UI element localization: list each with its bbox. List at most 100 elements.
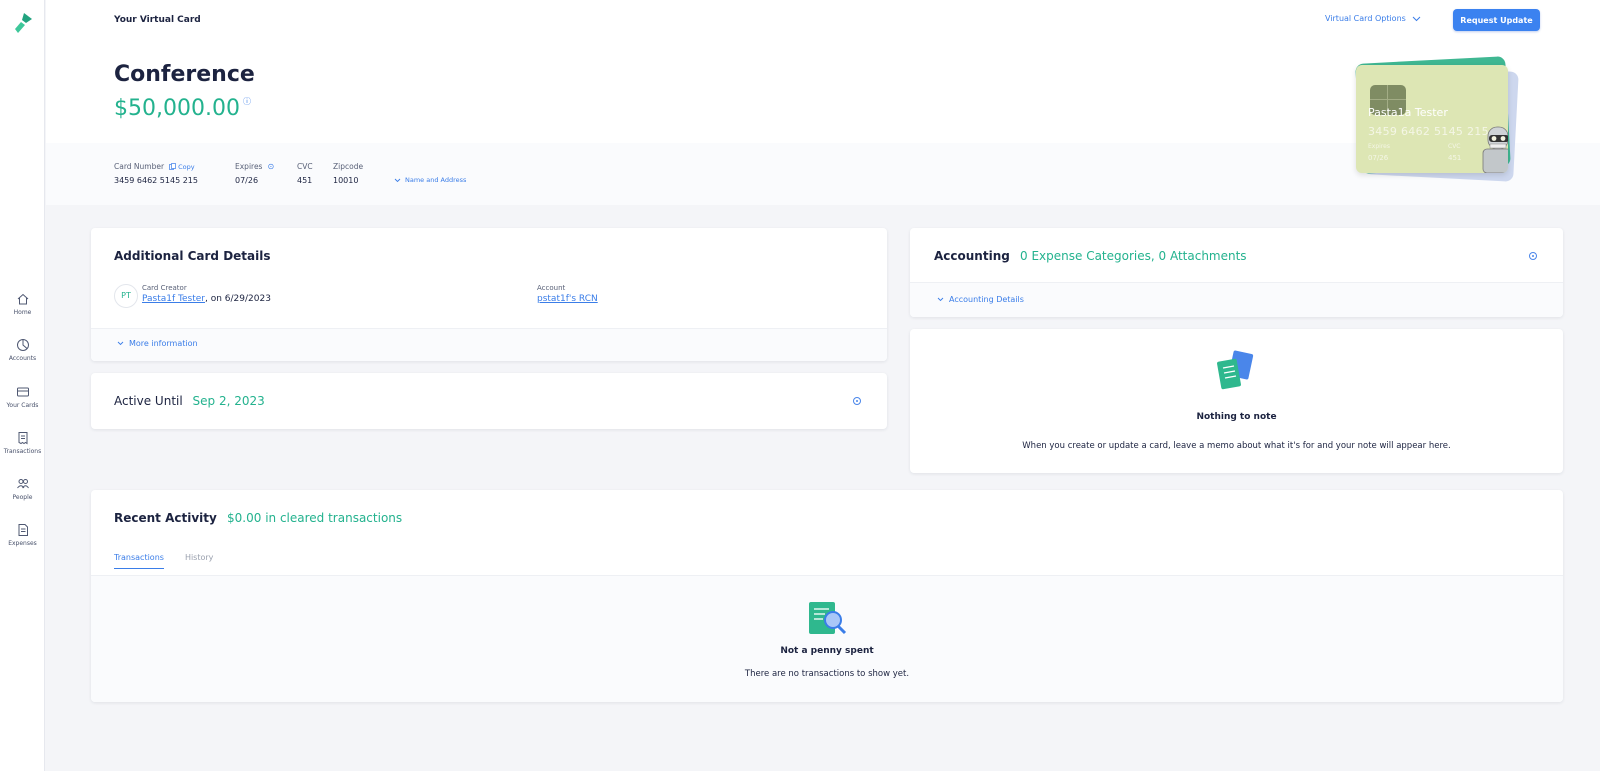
expires-field: Expires ⊙ 07/26 <box>235 162 274 185</box>
more-information-label: More information <box>129 339 198 348</box>
card-creator-link[interactable]: Pasta1f Tester <box>142 294 205 304</box>
sidebar-item-home[interactable]: Home <box>0 292 45 316</box>
card-expires-label: Expires <box>1368 143 1390 150</box>
sidebar-item-label: Expenses <box>8 540 37 547</box>
card-creator-date: , on 6/29/2023 <box>205 294 271 304</box>
sidebar-item-label: Home <box>13 309 32 316</box>
sidebar-item-your-cards[interactable]: Your Cards <box>0 385 45 409</box>
card-holder-name: Pasta1a Tester <box>1368 106 1448 119</box>
sidebar-item-expenses[interactable]: Expenses <box>0 523 45 547</box>
card-display-number: 3459 6462 5145 215 <box>1368 125 1489 138</box>
sidebar-item-accounts[interactable]: Accounts <box>0 338 45 362</box>
home-icon <box>17 293 28 305</box>
tab-history[interactable]: History <box>185 553 213 569</box>
accounting-details-label: Accounting Details <box>949 295 1024 304</box>
recent-activity-header: Recent Activity $0.00 in cleared transac… <box>114 511 402 525</box>
accounting-header: Accounting 0 Expense Categories, 0 Attac… <box>934 249 1247 263</box>
app-logo-icon[interactable] <box>12 11 34 35</box>
cvc-label: CVC <box>297 162 313 171</box>
sidebar-item-label: People <box>12 494 33 501</box>
card-creator-label: Card Creator <box>142 284 187 292</box>
cvc-field: CVC 451 <box>297 162 313 185</box>
tab-transactions[interactable]: Transactions <box>114 553 164 569</box>
sidebar-item-people[interactable]: People <box>0 477 45 501</box>
zipcode-label: Zipcode <box>333 162 364 171</box>
robot-mascot-icon <box>1482 126 1508 173</box>
sidebar: Home Accounts Your Cards Transactions Pe… <box>0 0 45 771</box>
card-amount: $50,000.00 <box>114 96 240 121</box>
sidebar-item-label: Transactions <box>3 448 42 455</box>
copy-label: Copy <box>178 162 195 171</box>
accounting-summary: 0 Expense Categories, 0 Attachments <box>1020 249 1247 263</box>
active-until-label: Active Until <box>114 394 183 408</box>
info-icon[interactable]: ⊙ <box>267 162 274 171</box>
expires-value: 07/26 <box>235 176 259 185</box>
card-cvc-value: 451 <box>1448 154 1462 162</box>
recent-activity-summary: $0.00 in cleared transactions <box>227 511 403 525</box>
info-icon[interactable] <box>1529 252 1537 260</box>
name-and-address-toggle[interactable]: Name and Address <box>394 176 466 184</box>
page-title: Your Virtual Card <box>114 15 201 25</box>
card-expires-value: 07/26 <box>1368 154 1389 162</box>
transactions-empty-area <box>91 575 1563 702</box>
active-until-date: Sep 2, 2023 <box>192 394 265 408</box>
card-number-label: Card Number <box>114 162 165 171</box>
notes-empty-title: Nothing to note <box>1196 412 1277 422</box>
people-icon <box>16 479 29 489</box>
card-creator: Pasta1f Tester, on 6/29/2023 <box>142 294 271 304</box>
info-icon[interactable] <box>853 397 861 405</box>
copy-button[interactable]: Copy <box>169 163 195 171</box>
account-link[interactable]: pstat1f's RCN <box>537 294 598 304</box>
card-limit: $50,000.00 ⓘ <box>114 96 251 121</box>
virtual-card-options-dropdown[interactable]: Virtual Card Options <box>1325 14 1421 23</box>
additional-details-panel: Additional Card Details PT Card Creator … <box>91 228 887 361</box>
document-icon <box>18 524 28 536</box>
notes-panel: Nothing to note When you create or updat… <box>910 329 1563 473</box>
accounting-panel: Accounting 0 Expense Categories, 0 Attac… <box>910 228 1563 317</box>
zipcode-field: Zipcode 10010 <box>333 162 363 185</box>
avatar: PT <box>114 284 138 308</box>
sidebar-item-label: Accounts <box>8 355 37 362</box>
virtual-card-graphic: Pasta1a Tester 3459 6462 5145 215 Expire… <box>1336 54 1519 184</box>
notes-empty-message: When you create or update a card, leave … <box>1022 441 1451 451</box>
card-number-field: Card Number Copy 3459 6462 5145 215 <box>114 162 198 185</box>
sidebar-item-transactions[interactable]: Transactions <box>0 431 45 455</box>
active-until-panel: Active Until Sep 2, 2023 <box>91 373 887 429</box>
request-update-button[interactable]: Request Update <box>1453 9 1540 31</box>
accounting-details-toggle[interactable]: Accounting Details <box>937 295 1024 304</box>
name-and-address-label: Name and Address <box>405 176 467 184</box>
card-name: Conference <box>114 62 255 87</box>
card-icon <box>16 387 29 397</box>
chevron-down-icon <box>937 297 944 302</box>
transactions-empty-title: Not a penny spent <box>780 646 874 656</box>
more-information-toggle[interactable]: More information <box>117 339 198 348</box>
chevron-down-icon <box>1412 16 1421 21</box>
active-until: Active Until Sep 2, 2023 <box>114 394 265 408</box>
accounting-title: Accounting <box>934 249 1010 263</box>
card-cvc-label: CVC <box>1448 143 1461 150</box>
receipt-search-illustration-icon <box>809 602 847 635</box>
account-label: Account <box>537 284 566 292</box>
sidebar-item-label: Your Cards <box>6 402 39 409</box>
copy-icon <box>169 163 176 170</box>
zipcode-value: 10010 <box>333 176 359 185</box>
activity-tabs: Transactions History <box>114 553 213 569</box>
transactions-empty-message: There are no transactions to show yet. <box>744 669 910 679</box>
card-header: Your Virtual Card Virtual Card Options R… <box>46 0 1600 205</box>
more-information-bar <box>91 328 887 361</box>
additional-details-title: Additional Card Details <box>114 249 271 263</box>
chevron-down-icon <box>117 341 124 346</box>
card-number-value: 3459 6462 5145 215 <box>114 176 198 185</box>
receipt-icon <box>18 432 27 445</box>
account: pstat1f's RCN <box>537 294 598 304</box>
info-icon[interactable]: ⓘ <box>243 96 251 107</box>
options-label: Virtual Card Options <box>1325 14 1406 23</box>
chevron-down-icon <box>394 178 401 182</box>
notes-illustration-icon <box>1217 350 1254 390</box>
recent-activity-title: Recent Activity <box>114 511 217 525</box>
recent-activity-panel: Recent Activity $0.00 in cleared transac… <box>91 490 1563 702</box>
pie-chart-icon <box>16 339 29 351</box>
virtual-card: Pasta1a Tester 3459 6462 5145 215 Expire… <box>1356 65 1508 173</box>
cvc-value: 451 <box>297 176 313 185</box>
expires-label: Expires <box>235 162 263 171</box>
